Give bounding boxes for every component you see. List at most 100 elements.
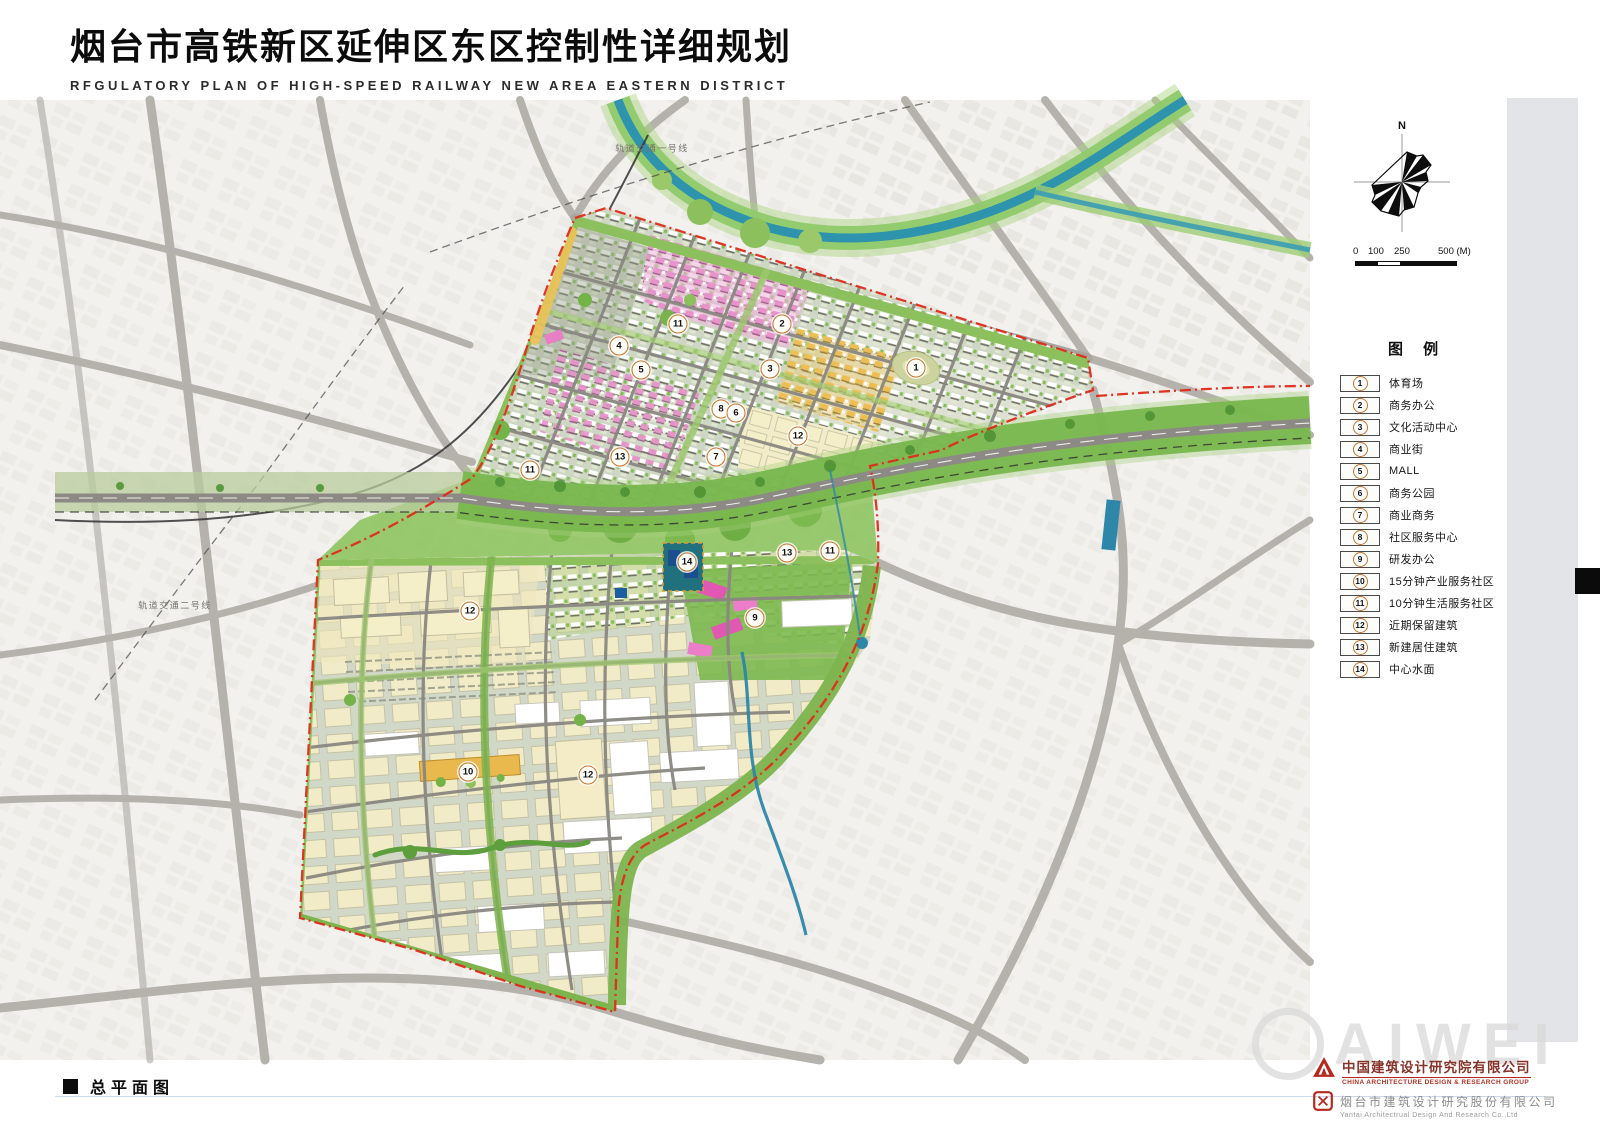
legend-key-box: 11 bbox=[1340, 595, 1380, 612]
legend-number: 2 bbox=[1353, 398, 1368, 413]
yantai-design-logo-icon bbox=[1312, 1090, 1334, 1112]
legend-number: 14 bbox=[1353, 662, 1368, 677]
legend-number: 6 bbox=[1353, 486, 1368, 501]
marker-number: 1 bbox=[913, 363, 918, 374]
legend-label: MALL bbox=[1389, 465, 1420, 477]
legend-key-box: 7 bbox=[1340, 507, 1380, 524]
legend-row: 8 社区服务中心 bbox=[1340, 529, 1494, 545]
legend-label: 10分钟生活服务社区 bbox=[1389, 595, 1494, 611]
legend-number: 13 bbox=[1353, 640, 1368, 655]
scale-tick: 250 bbox=[1394, 246, 1410, 257]
title-block: 烟台市高铁新区延伸区东区控制性详细规划 RFGULATORY PLAN OF H… bbox=[70, 18, 792, 93]
drawing-title-text: 总平面图 bbox=[90, 1074, 174, 1098]
map-marker: 1 bbox=[907, 359, 926, 378]
right-margin-panel bbox=[1507, 98, 1578, 1042]
compass-rose-icon bbox=[1352, 120, 1452, 240]
marker-number: 9 bbox=[752, 613, 757, 624]
map-marker: 11 bbox=[669, 315, 688, 334]
page-subtitle: RFGULATORY PLAN OF HIGH-SPEED RAILWAY NE… bbox=[70, 78, 792, 93]
map-marker: 12 bbox=[789, 427, 808, 446]
marker-number: 11 bbox=[673, 319, 683, 330]
legend-label: 中心水面 bbox=[1389, 661, 1435, 677]
marker-number: 2 bbox=[779, 319, 784, 330]
scale-tick: 500 (M) bbox=[1438, 246, 1471, 257]
legend-number: 1 bbox=[1353, 376, 1368, 391]
legend-label: 商业街 bbox=[1389, 441, 1424, 457]
map-marker: 2 bbox=[773, 315, 792, 334]
legend-title: 图 例 bbox=[1388, 338, 1494, 359]
legend-key-box: 10 bbox=[1340, 573, 1380, 590]
map-marker: 11 bbox=[521, 461, 540, 480]
map-marker: 6 bbox=[727, 404, 746, 423]
marker-number: 8 bbox=[718, 404, 723, 415]
legend-key-box: 12 bbox=[1340, 617, 1380, 634]
publisher-2-name: 烟台市建筑设计研究股份有限公司 bbox=[1340, 1093, 1558, 1110]
drawing-title: 总平面图 bbox=[63, 1074, 174, 1098]
marker-number: 14 bbox=[682, 557, 693, 568]
scale-tick: 0 bbox=[1353, 246, 1358, 257]
marker-number: 10 bbox=[463, 767, 474, 778]
map-marker: 10 bbox=[459, 763, 478, 782]
legend-label: 近期保留建筑 bbox=[1389, 617, 1458, 633]
publisher-2-name-en: Yantai Architectrual Design And Research… bbox=[1340, 1112, 1558, 1119]
legend-key-box: 6 bbox=[1340, 485, 1380, 502]
legend-number: 3 bbox=[1353, 420, 1368, 435]
rail-line-2-label: 轨道交通二号线 bbox=[138, 599, 212, 612]
legend-number: 7 bbox=[1353, 508, 1368, 523]
legend-row: 13新建居住建筑 bbox=[1340, 639, 1494, 655]
marker-number: 12 bbox=[793, 431, 804, 442]
marker-number: 13 bbox=[782, 548, 793, 559]
map-marker: 7 bbox=[707, 448, 726, 467]
legend-row: 1体育场 bbox=[1340, 375, 1494, 391]
legend-key-box: 3 bbox=[1340, 419, 1380, 436]
legend-key-box: 2 bbox=[1340, 397, 1380, 414]
marker-number: 11 bbox=[825, 546, 835, 557]
map-marker: 9 bbox=[746, 609, 765, 628]
map-marker: 13 bbox=[778, 544, 797, 563]
map-marker: 3 bbox=[761, 360, 780, 379]
plan-sheet: 烟台市高铁新区延伸区东区控制性详细规划 RFGULATORY PLAN OF H… bbox=[0, 0, 1600, 1130]
legend-row: 12 近期保留建筑 bbox=[1340, 617, 1494, 633]
marker-number: 7 bbox=[713, 452, 718, 463]
scale-bar: 0 100 250 500 (M) bbox=[1328, 246, 1478, 266]
map-marker: 14 bbox=[678, 553, 697, 572]
marker-number: 6 bbox=[733, 408, 738, 419]
legend-label: 商业商务 bbox=[1389, 507, 1435, 523]
map-marker: 11 bbox=[821, 542, 840, 561]
legend-key-box: 13 bbox=[1340, 639, 1380, 656]
square-bullet-icon bbox=[63, 1079, 78, 1094]
legend-number: 11 bbox=[1353, 596, 1368, 611]
legend-row: 9 研发办公 bbox=[1340, 551, 1494, 567]
legend-label: 商务公园 bbox=[1389, 485, 1435, 501]
legend-number: 8 bbox=[1353, 530, 1368, 545]
legend-row: 6 商务公园 bbox=[1340, 485, 1494, 501]
legend-key-box: 14 bbox=[1340, 661, 1380, 678]
legend-label: 商务办公 bbox=[1389, 397, 1435, 413]
marker-number: 11 bbox=[525, 465, 535, 476]
marker-number: 4 bbox=[616, 341, 621, 352]
legend-label: 社区服务中心 bbox=[1389, 529, 1458, 545]
page-title: 烟台市高铁新区延伸区东区控制性详细规划 bbox=[70, 18, 792, 70]
legend-row: 4商业街 bbox=[1340, 441, 1494, 457]
marker-number: 5 bbox=[638, 365, 643, 376]
publisher-1-name-en: CHINA ARCHITECTURE DESIGN & RESEARCH GRO… bbox=[1342, 1079, 1531, 1086]
marker-number: 12 bbox=[583, 770, 594, 781]
marker-number: 13 bbox=[615, 452, 626, 463]
legend-number: 5 bbox=[1353, 464, 1368, 479]
marker-number: 3 bbox=[767, 364, 772, 375]
rail-line-1-label: 轨道交通一号线 bbox=[615, 142, 689, 155]
legend-key-box: 9 bbox=[1340, 551, 1380, 568]
legend-row: 3文化活动中心 bbox=[1340, 419, 1494, 435]
legend-row: 14 中心水面 bbox=[1340, 661, 1494, 677]
cadg-logo-icon bbox=[1312, 1056, 1336, 1078]
map-marker: 13 bbox=[611, 448, 630, 467]
legend-number: 12 bbox=[1353, 618, 1368, 633]
marker-number: 12 bbox=[465, 606, 476, 617]
scale-tick: 100 bbox=[1368, 246, 1384, 257]
legend-number: 9 bbox=[1353, 552, 1368, 567]
map-marker: 4 bbox=[610, 337, 629, 356]
legend: 图 例 1体育场 2商务办公 3文化活动中心 4商业街 5MALL 6商务公园 … bbox=[1340, 338, 1494, 683]
legend-label: 研发办公 bbox=[1389, 551, 1435, 567]
legend-row: 1015分钟产业服务社区 bbox=[1340, 573, 1494, 589]
legend-number: 10 bbox=[1353, 574, 1368, 589]
